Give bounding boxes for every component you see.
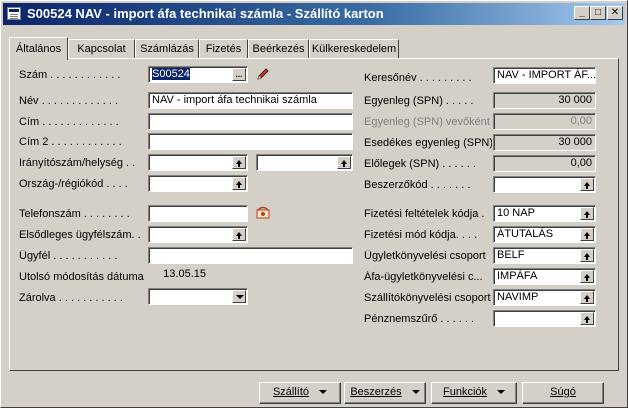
telefonszam-label: Telefonszám . . . . . . . . [19,208,130,220]
utolso-modositas-label: Utolsó módosítás dátuma [19,271,144,283]
keresonev-label: Keresőnév . . . . . . . . . [364,72,472,84]
zarolva-dropdown-icon[interactable] [232,290,246,303]
ugyfel-field[interactable] [148,247,353,264]
cim2-field[interactable] [148,133,353,150]
esedekes-egyenleg-value[interactable]: 30 000 [493,134,596,151]
szallitokonyvelesi-csoport-label: Szállítókönyvelési csoport [364,292,491,304]
helyseg-lookup-icon[interactable] [337,156,351,169]
esedekes-egyenleg-label: Esedékes egyenleg (SPN) [364,137,492,149]
title-bar[interactable]: S00524 NAV - import áfa technikai számla… [3,3,625,25]
window-title: S00524 NAV - import áfa technikai számla… [27,6,384,21]
funkciok-menu-button[interactable]: Funkciók [431,382,517,404]
sugo-button[interactable]: Súgó [522,382,604,404]
iranyitoszam-lookup-icon[interactable] [232,156,246,169]
egyenleg-vevokent-value: 0,00 [493,113,596,130]
szam-label: Szám . . . . . . . . . . . . [19,69,121,81]
egyenleg-value[interactable]: 30 000 [493,92,596,109]
fizetesi-feltetelek-field[interactable]: 10 NAP [493,205,596,222]
afa-ugyletkonyvelesi-lookup-icon[interactable] [580,270,594,283]
orszag-lookup-icon[interactable] [232,177,246,190]
tab-kulkereskedelem[interactable]: Külkereskedelem [309,39,399,59]
ugyletkonyvelesi-csoport-label: Ügyletkönyvelési csoport [364,250,486,262]
tab-beerkezes[interactable]: Beérkezés [248,39,309,59]
egyenleg-label: Egyenleg (SPN) . . . . . [364,95,474,107]
szallito-menu-button[interactable]: Szállító [259,382,341,404]
telefonszam-field[interactable] [148,205,248,222]
elsodleges-ugyfelszam-label: Elsődleges ügyfélszám. . [19,229,141,241]
afa-ugyletkonyvelesi-field[interactable]: IMPÁFA [493,268,596,285]
chevron-down-icon [497,390,506,395]
vendor-card-window: S00524 NAV - import áfa technikai számla… [0,0,628,408]
nev-label: Név . . . . . . . . . . . . . [19,95,119,107]
nev-field[interactable]: NAV - import áfa technikai számla [148,92,353,109]
fizetesi-feltetelek-lookup-icon[interactable] [580,207,594,220]
cim-field[interactable] [148,113,353,130]
elolegek-value[interactable]: 0,00 [493,155,596,172]
keresonev-field[interactable]: NAV - IMPORT ÁF... [493,67,596,84]
beszerzokod-lookup-icon[interactable] [580,178,594,191]
zarolva-label: Zárolva . . . . . . . . . . . [19,292,123,304]
penznemszuro-lookup-icon[interactable] [580,312,594,325]
szallitokonyvelesi-csoport-field[interactable]: NAVIMP [493,289,596,306]
helyseg-field[interactable] [256,154,353,171]
phone-dial-icon[interactable] [255,204,271,220]
app-icon [7,7,21,20]
szam-field[interactable]: S00524 [148,66,248,83]
elsodleges-ugyfelszam-lookup-icon[interactable] [232,228,246,241]
fizetesi-feltetelek-label: Fizetési feltételek kódja . [364,208,485,220]
ugyfel-label: Ügyfél . . . . . . . . . . . [19,250,118,262]
szam-assist-button[interactable] [232,68,246,81]
tab-szamlazas[interactable]: Számlázás [135,39,199,59]
cim2-label: Cím 2 . . . . . . . . . . . . [19,136,122,148]
ugyletkonyvelesi-csoport-field[interactable]: BELF [493,247,596,264]
penznemszuro-label: Pénznemszűrő . . . . . . [364,313,475,325]
tab-kapcsolat[interactable]: Kapcsolat [68,39,135,59]
chevron-down-icon [411,390,420,395]
beszerzokod-field[interactable] [493,176,596,193]
chevron-down-icon [319,390,328,395]
szallitokonyvelesi-csoport-lookup-icon[interactable] [580,291,594,304]
elolegek-label: Előlegek (SPN) . . . . . . [364,158,476,170]
close-icon[interactable]: ✕ [607,6,623,20]
egyenleg-vevokent-label: Egyenleg (SPN) vevőként [364,116,490,128]
zarolva-select[interactable] [148,288,248,305]
beszerzokod-label: Beszerzőkód . . . . . . . [364,179,471,191]
orszag-label: Ország-/régiókód . . . . [19,178,128,190]
orszag-field[interactable] [148,175,248,192]
iranyitoszam-field[interactable] [148,154,248,171]
maximize-icon[interactable]: □ [590,6,606,20]
elsodleges-ugyfelszam-field[interactable] [148,226,248,243]
ugyletkonyvelesi-csoport-lookup-icon[interactable] [580,249,594,262]
beszerzes-menu-button[interactable]: Beszerzés [344,382,426,404]
utolso-modositas-value: 13.05.15 [163,268,206,280]
fizetesi-mod-lookup-icon[interactable] [580,228,594,241]
edit-pencil-icon[interactable] [255,66,271,82]
minimize-icon[interactable]: _ [574,6,590,20]
tab-fizetes[interactable]: Fizetés [199,39,248,59]
fizetesi-mod-field[interactable]: ÁTUTALÁS [493,226,596,243]
tab-altalanos[interactable]: Általános [9,37,68,60]
cim-label: Cím . . . . . . . . . . . . . [19,116,119,128]
penznemszuro-field[interactable] [493,310,596,327]
fizetesi-mod-label: Fizetési mód kódja. . . . [364,229,478,241]
iranyitoszam-label: Irányítószám/helység . . [19,157,136,169]
afa-ugyletkonyvelesi-label: Áfa-ügyletkönyvelési c... [364,271,483,283]
